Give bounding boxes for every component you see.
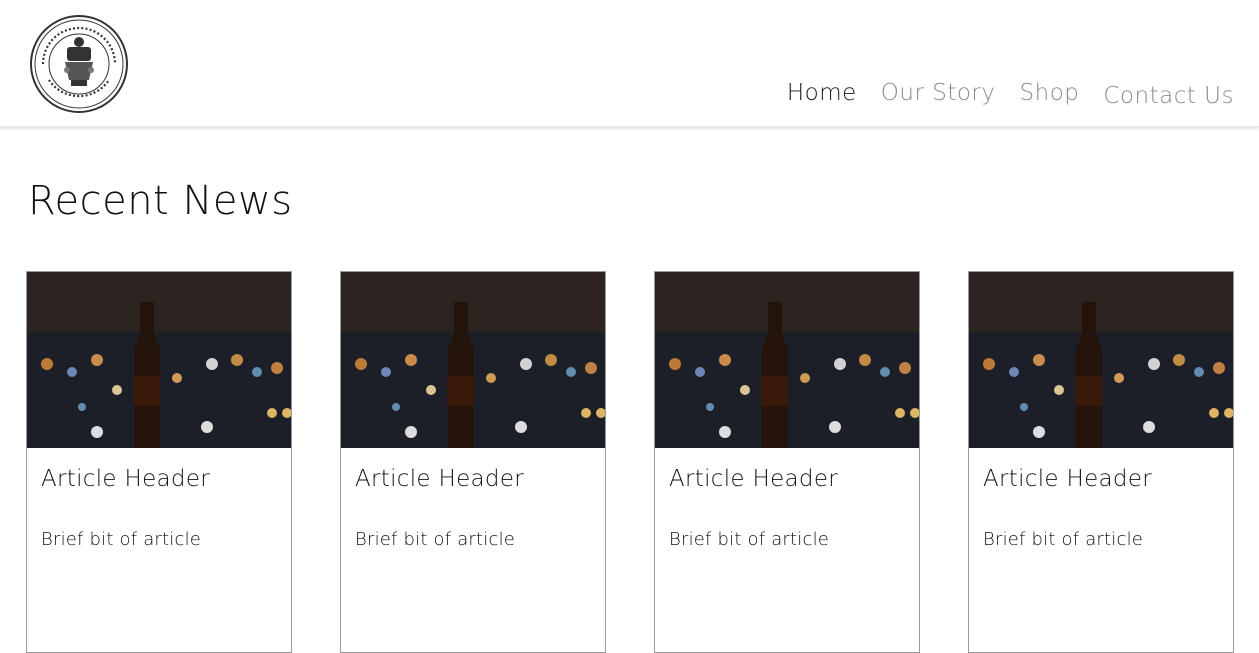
news-card[interactable]: Article Header Brief bit of article <box>968 271 1234 653</box>
article-excerpt: Brief bit of article <box>355 529 516 550</box>
article-excerpt: Brief bit of article <box>983 529 1144 550</box>
nav-link-our-story[interactable]: Our Story <box>881 80 996 106</box>
main-nav: Home Our Story Shop Contact Us <box>787 80 1234 109</box>
article-title[interactable]: Article Header <box>983 466 1152 492</box>
article-title[interactable]: Article Header <box>355 466 524 492</box>
article-title[interactable]: Article Header <box>669 466 838 492</box>
article-excerpt: Brief bit of article <box>669 529 830 550</box>
site-header: Home Our Story Shop Contact Us <box>0 0 1259 127</box>
article-title[interactable]: Article Header <box>41 466 210 492</box>
news-card[interactable]: Article Header Brief bit of article <box>654 271 920 653</box>
beer-bottle-night-photo[interactable] <box>655 272 919 448</box>
beer-bottle-night-photo[interactable] <box>27 272 291 448</box>
beer-bottle-night-photo[interactable] <box>969 272 1233 448</box>
nav-link-contact-us[interactable]: Contact Us <box>1103 83 1234 109</box>
nav-link-shop[interactable]: Shop <box>1020 80 1080 106</box>
brewery-seal-logo-icon[interactable] <box>29 14 129 114</box>
news-card[interactable]: Article Header Brief bit of article <box>340 271 606 653</box>
news-card[interactable]: Article Header Brief bit of article <box>26 271 292 653</box>
page-title: Recent News <box>28 178 293 224</box>
nav-link-home[interactable]: Home <box>787 80 857 106</box>
article-excerpt: Brief bit of article <box>41 529 202 550</box>
beer-bottle-night-photo[interactable] <box>341 272 605 448</box>
